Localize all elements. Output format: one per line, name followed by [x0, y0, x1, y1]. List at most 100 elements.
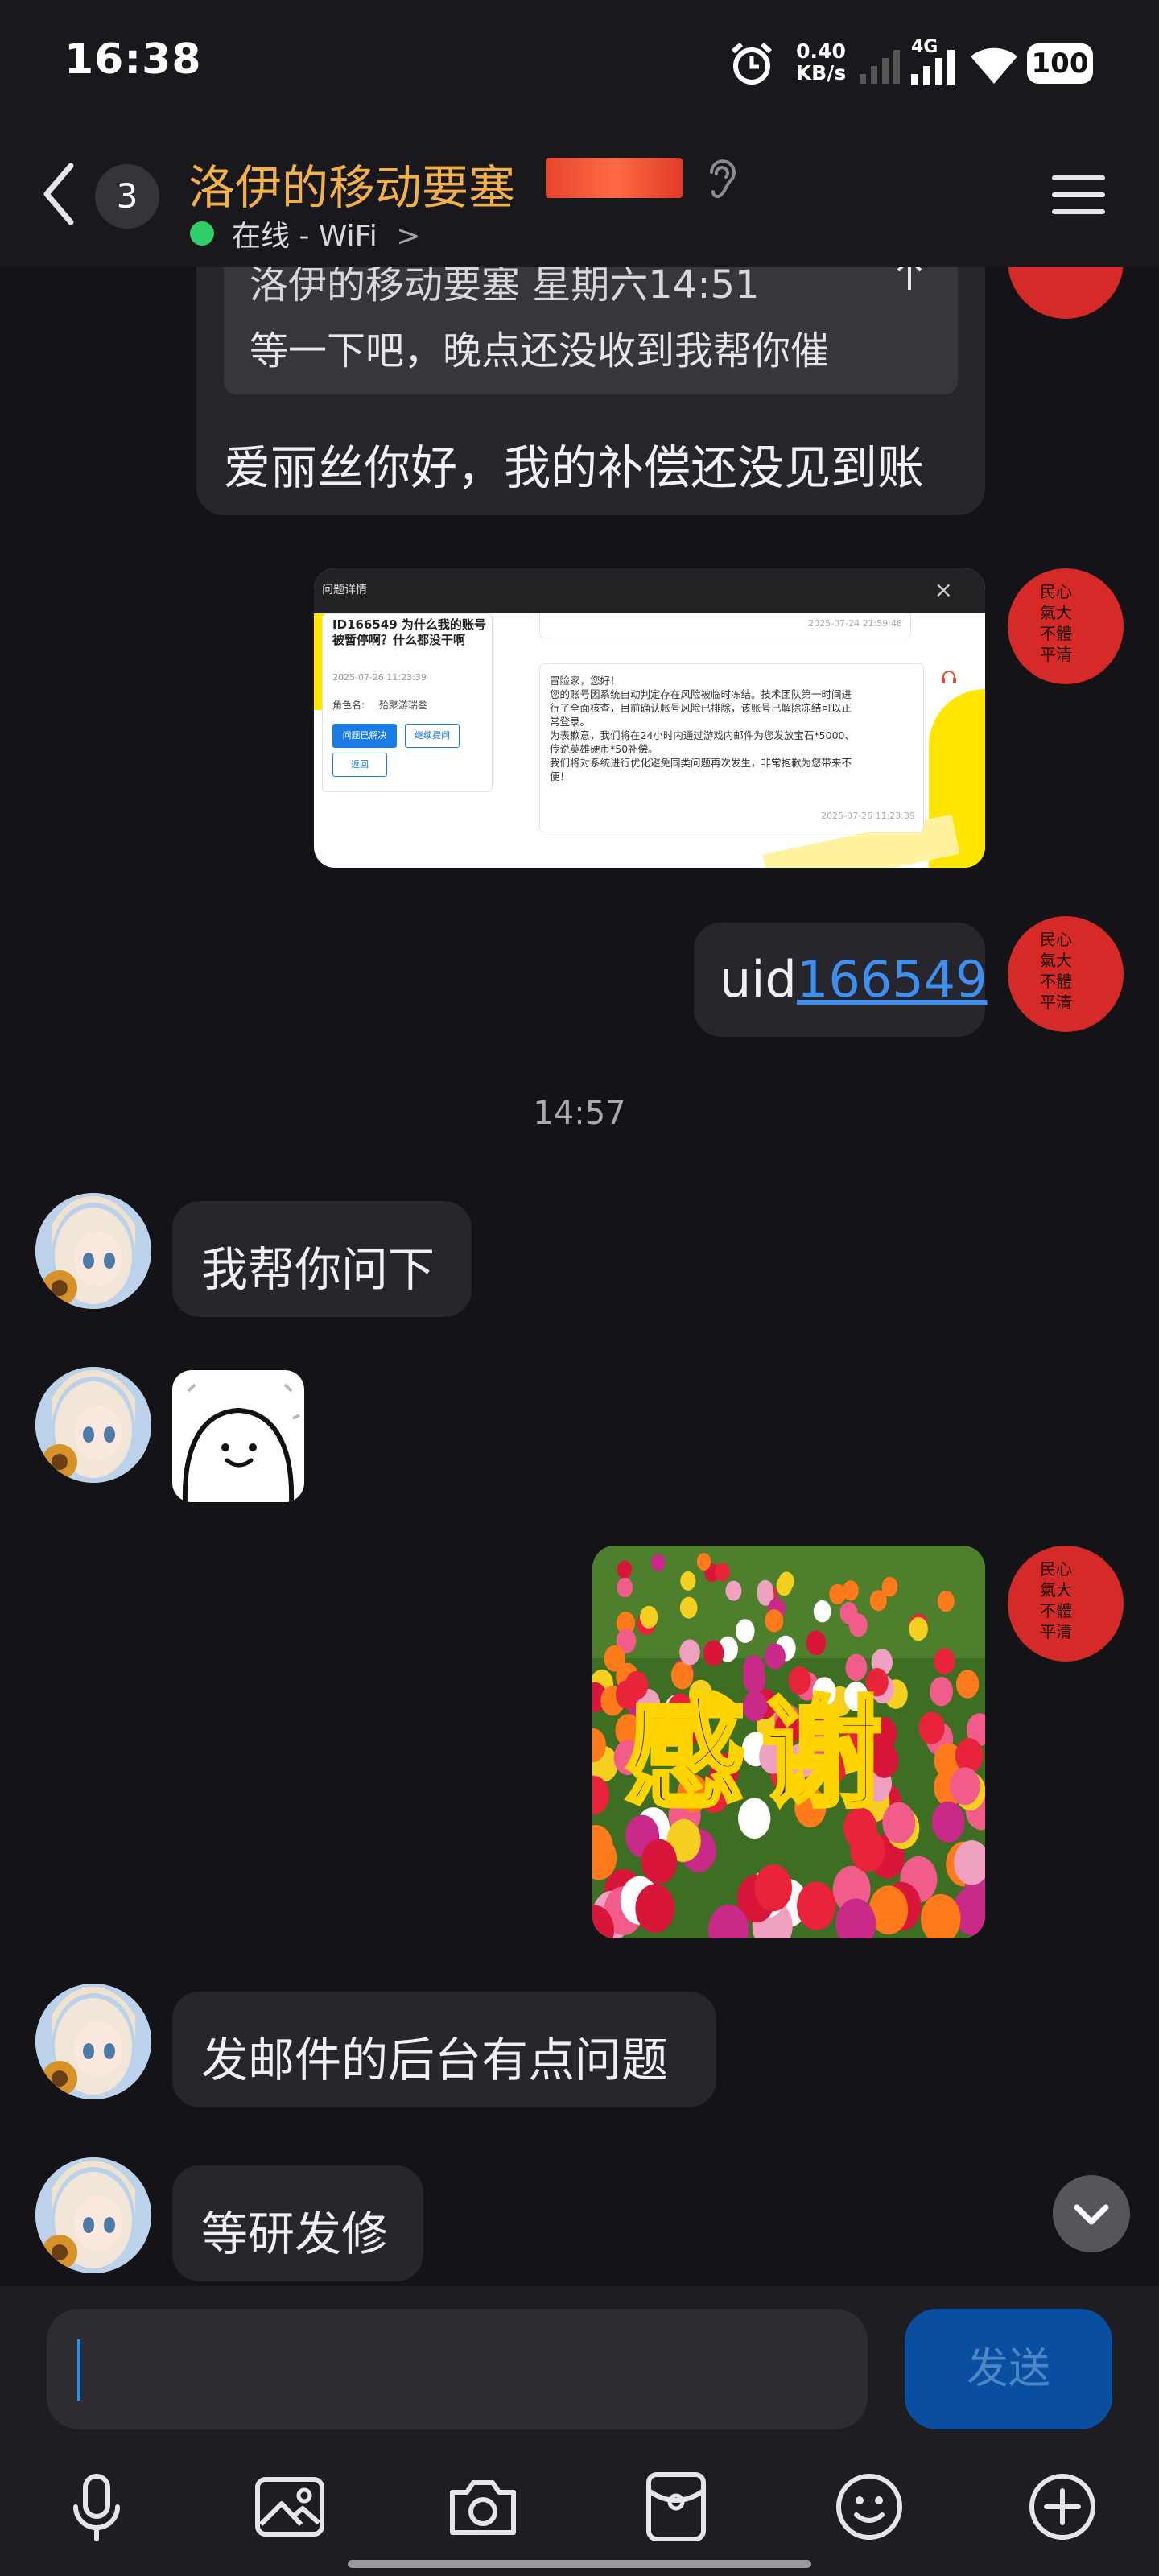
tulip [955, 1670, 980, 1699]
unread-count-badge[interactable]: 3 [95, 164, 159, 229]
contact-avatar[interactable] [35, 1984, 151, 2099]
continue-button: 继续提问 [405, 724, 460, 748]
message-text: 我帮你问下 [201, 1242, 435, 1297]
tulip [617, 1577, 633, 1598]
tulip [937, 1591, 955, 1612]
online-status[interactable]: 在线 - WiFi > [232, 213, 420, 254]
my-avatar[interactable]: 民心 氣大 不體 平清 [1008, 916, 1124, 1032]
network-speed: 0.40 KB/s [795, 39, 847, 85]
tulip [604, 1645, 625, 1672]
support-reply-line: 传说英雄硬币*50补偿。 [550, 743, 658, 755]
svg-text:不體: 不體 [1040, 1601, 1072, 1620]
tulip [650, 1554, 666, 1572]
message-text: uid166549 [720, 950, 988, 1009]
image-icon[interactable] [251, 2468, 328, 2545]
tulip [754, 1864, 792, 1912]
support-reply-line: 便！ [550, 770, 571, 782]
tulip [757, 1579, 773, 1600]
tulip [680, 1571, 696, 1591]
support-reply-text: 冒险家，您好！ 您的账号因系统自动判定存在风险被临时冻结。技术团队第一时间进 行了全… [550, 674, 855, 783]
my-avatar[interactable]: 民心 氣大 不體 平清 [1008, 568, 1124, 684]
send-button[interactable]: 发送 [905, 2309, 1112, 2429]
signal-strength-icon [860, 50, 900, 84]
message-bubble[interactable]: 发邮件的后台有点问题 [172, 1992, 716, 2107]
tulip [679, 1596, 698, 1619]
support-reply-line: 您的账号因系统自动判定存在风险被临时冻结。技术团队第一时间进 [550, 688, 852, 700]
image-message-screenshot[interactable]: 问题详情 × ID166549 为什么我的账号被暂停啊？什么都没干啊 2025-… [314, 568, 985, 868]
tulip [776, 1575, 793, 1596]
ticket-role: 角色名: 殆聚游瑞叁 [332, 700, 427, 711]
contact-avatar[interactable] [35, 1193, 151, 1309]
svg-text:平清: 平清 [1040, 993, 1072, 1012]
time-divider: 14:57 [533, 1095, 626, 1132]
wifi-icon [971, 47, 1017, 84]
message-bubble[interactable]: 等研发修 [172, 2165, 423, 2281]
ear-icon[interactable] [703, 156, 739, 201]
anime-girl-avatar [35, 2157, 151, 2273]
uid-link[interactable]: 166549 [797, 950, 988, 1009]
message-bubble-uid[interactable]: uid166549 [694, 923, 988, 1037]
blob-smile-sticker [182, 1383, 300, 1502]
tulip [715, 1563, 730, 1582]
support-reply-line: 冒险家，您好！ [550, 675, 621, 687]
red-packet-icon[interactable] [637, 2468, 715, 2545]
tulip [797, 1881, 836, 1930]
my-avatar[interactable]: 民心 氣大 不體 平清 [1008, 1546, 1124, 1662]
support-reply-line: 为表歉意，我们将在24小时内通过游戏内邮件为您发放宝石*5000、 [550, 729, 855, 741]
seal-logo: 民心 氣大 不體 平清 [1040, 930, 1072, 1012]
online-indicator [190, 221, 214, 246]
scroll-to-bottom-button[interactable] [1053, 2175, 1130, 2252]
plus-icon[interactable] [1024, 2468, 1101, 2545]
screenshot-titlebar: 问题详情 × [314, 568, 985, 613]
message-input[interactable] [47, 2309, 868, 2429]
ticket-time: 2025-07-26 11:23:39 [332, 672, 427, 683]
sticker-message[interactable] [172, 1370, 304, 1502]
anime-girl-avatar [35, 1367, 151, 1483]
support-reply-card: 冒险家，您好！ 您的账号因系统自动判定存在风险被临时冻结。技术团队第一时间进 行了全… [539, 663, 924, 832]
tulip [829, 1583, 846, 1605]
svg-text:不體: 不體 [1040, 624, 1072, 643]
svg-text:氣大: 氣大 [1040, 951, 1072, 970]
screenshot-title: 问题详情 [322, 584, 367, 597]
resolved-button: 问题已解决 [332, 724, 397, 748]
chat-title[interactable]: 洛伊的移动要塞 [188, 150, 515, 217]
emoji-icon[interactable] [831, 2468, 908, 2545]
tulip [955, 1738, 984, 1773]
back-button[interactable] [39, 158, 79, 230]
anime-girl-avatar [35, 1984, 151, 2099]
home-indicator[interactable] [348, 2560, 811, 2568]
message-text: 发邮件的后台有点问题 [201, 2033, 669, 2087]
text-caret [77, 2339, 80, 2401]
tulip [813, 1600, 831, 1623]
tulip [848, 1613, 868, 1637]
tulip [881, 1576, 898, 1597]
tulip [641, 1839, 678, 1885]
tulip [617, 1560, 632, 1579]
tulip [765, 1609, 784, 1633]
contact-avatar[interactable] [35, 2157, 151, 2273]
tulip [736, 1619, 755, 1643]
tulip [934, 1648, 955, 1675]
tulip [635, 1884, 674, 1933]
back-link: 返回 [332, 753, 387, 777]
thanks-text: 感谢 [622, 1682, 899, 1827]
alarm-icon [731, 42, 773, 85]
tulip [918, 1711, 945, 1744]
support-reply-line: 常登录。 [550, 716, 591, 728]
menu-button[interactable] [1050, 171, 1107, 219]
tulip [640, 1605, 658, 1629]
thanks-sticker[interactable]: 感谢 [592, 1546, 985, 1938]
tulip [950, 1767, 980, 1806]
svg-text:不體: 不體 [1040, 972, 1072, 991]
signal-4g-icon [911, 50, 955, 85]
mic-icon[interactable] [58, 2468, 135, 2545]
tulip [806, 1630, 827, 1656]
svg-text:民心: 民心 [1040, 582, 1072, 601]
camera-icon[interactable] [444, 2468, 522, 2545]
message-text: 爱丽丝你好，我的补偿还没见到账 [224, 440, 925, 495]
contact-avatar[interactable] [35, 1367, 151, 1483]
message-bubble[interactable]: 我帮你问下 [172, 1201, 472, 1317]
headset-icon [942, 671, 956, 683]
seal-logo: 民心 氣大 不體 平清 [1040, 582, 1072, 664]
battery-indicator: 100 [1027, 43, 1093, 84]
